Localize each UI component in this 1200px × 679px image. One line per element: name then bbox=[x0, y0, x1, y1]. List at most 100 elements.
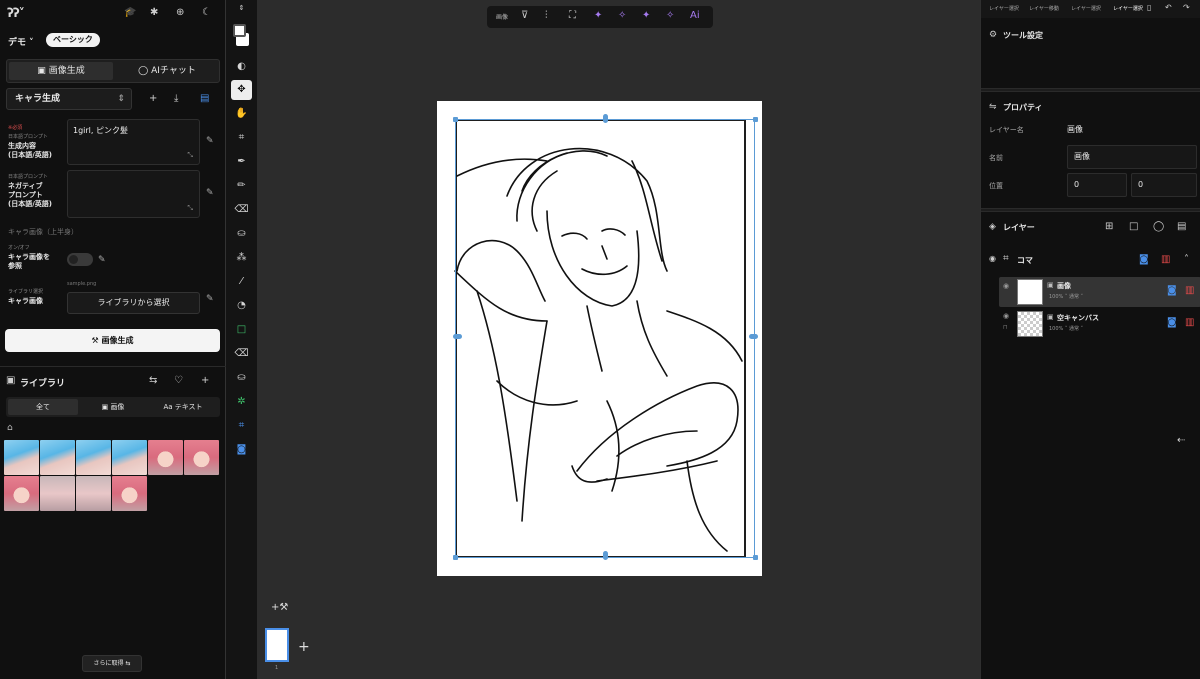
spray-icon[interactable]: ⁂ bbox=[231, 248, 252, 268]
library-thumbnail[interactable] bbox=[112, 476, 147, 511]
zoom-icon[interactable]: ⊕ bbox=[176, 8, 184, 18]
tab-layer-move[interactable]: レイヤー移動 bbox=[1029, 5, 1059, 12]
adjust-icon[interactable]: ⫶ bbox=[545, 11, 548, 21]
camera-icon[interactable]: ◙ bbox=[1167, 318, 1177, 328]
reference-toggle[interactable] bbox=[67, 253, 93, 266]
library-thumbnail[interactable] bbox=[112, 440, 147, 475]
mode-badge[interactable]: ベーシック bbox=[46, 33, 100, 47]
library-thumbnail[interactable] bbox=[76, 476, 111, 511]
edit-icon[interactable]: ✎ bbox=[206, 294, 214, 304]
tab-images[interactable]: ▣ 画像 bbox=[78, 399, 148, 415]
edit-icon[interactable]: ✎ bbox=[206, 188, 214, 198]
resize-handle[interactable] bbox=[453, 334, 462, 339]
tool-handle-icon[interactable]: ⇕ bbox=[231, 2, 252, 14]
download-icon[interactable]: ⤓ bbox=[174, 94, 178, 104]
side-handle-icon[interactable]: ⇠ bbox=[1177, 436, 1185, 446]
eraser-icon[interactable]: ⌫ bbox=[231, 200, 252, 220]
bug-icon[interactable]: ✱ bbox=[150, 8, 158, 18]
layer-meta[interactable]: 100% ˅ 通常 ˅ bbox=[1049, 293, 1083, 300]
fill-icon[interactable]: ⛀ bbox=[231, 224, 252, 244]
magic-wand-icon[interactable]: ✲ bbox=[231, 392, 252, 412]
select-from-library-button[interactable]: ライブラリから選択 bbox=[67, 292, 200, 314]
color-swatch[interactable] bbox=[233, 24, 250, 50]
select-rect-icon[interactable]: □ bbox=[231, 320, 252, 340]
undo-icon[interactable]: ↶ bbox=[1165, 4, 1172, 12]
sparkle-brush-icon[interactable]: ✧ bbox=[618, 11, 626, 21]
sparkle-text-icon[interactable]: Ai bbox=[690, 11, 700, 21]
resize-handle[interactable] bbox=[753, 117, 758, 122]
layer-meta[interactable]: 100% ˅ 通常 ˅ bbox=[1049, 325, 1083, 332]
select-eraser-icon[interactable]: ⌫ bbox=[231, 344, 252, 364]
foreground-color[interactable] bbox=[233, 24, 246, 37]
resize-handle[interactable] bbox=[603, 551, 608, 560]
layer-row[interactable]: ◉ ⊓ ▣ 空キャンバス 100% ˅ 通常 ˅ ◙ ▥ bbox=[999, 309, 1200, 339]
camera-icon[interactable]: ◙ bbox=[1167, 286, 1177, 296]
plus-icon[interactable]: + bbox=[149, 94, 157, 104]
fullscreen-icon[interactable]: ⛶ bbox=[569, 11, 576, 21]
add-page-icon[interactable]: + bbox=[298, 639, 310, 655]
moon-icon[interactable]: ☾ bbox=[202, 8, 211, 18]
resize-handle[interactable] bbox=[453, 117, 458, 122]
library-thumbnail[interactable] bbox=[148, 440, 183, 475]
tab-all[interactable]: 全て bbox=[8, 399, 78, 415]
resize-handle[interactable] bbox=[749, 334, 758, 339]
library-thumbnail[interactable] bbox=[40, 476, 75, 511]
eye-icon[interactable]: ◉ bbox=[1003, 313, 1009, 320]
tab-layer-select-2[interactable]: レイヤー選択 bbox=[1071, 5, 1101, 12]
pen-icon[interactable]: ✒ bbox=[231, 152, 252, 172]
add-image-layer-icon[interactable]: ⊞ bbox=[1105, 222, 1113, 232]
canvas-area[interactable]: 画像 ⊽ ⫶ ⛶ ✦ ✧ ✦ ✧ Ai +⚒ 1 + bbox=[257, 0, 980, 679]
filter-icon[interactable]: ⇆ bbox=[149, 376, 157, 386]
position-x-input[interactable]: 0 bbox=[1067, 173, 1127, 197]
add-file-icon[interactable]: ▤ bbox=[1177, 222, 1186, 232]
tab-image-generation[interactable]: ▣ 画像生成 bbox=[9, 62, 113, 80]
redo-icon[interactable]: ↷ bbox=[1183, 4, 1190, 12]
sparkles-icon[interactable]: ✦ bbox=[642, 11, 650, 21]
position-y-input[interactable]: 0 bbox=[1131, 173, 1197, 197]
load-more-button[interactable]: さらに取得 ⇆ bbox=[82, 655, 142, 672]
prompt-textarea[interactable]: 1girl, ピンク髪 ⤡ bbox=[67, 119, 200, 165]
hand-icon[interactable]: ✋ bbox=[231, 104, 252, 124]
negative-prompt-textarea[interactable]: ⤡ bbox=[67, 170, 200, 218]
edit-icon[interactable]: ✎ bbox=[98, 255, 106, 265]
trash-icon[interactable]: ▥ bbox=[1185, 318, 1194, 328]
generate-image-button[interactable]: ⚒ 画像生成 bbox=[5, 329, 220, 352]
eyedropper-icon[interactable]: ⁄ bbox=[231, 272, 252, 292]
name-input[interactable]: 画像 bbox=[1067, 145, 1197, 169]
plus-icon[interactable]: + bbox=[201, 376, 209, 386]
library-thumbnail[interactable] bbox=[40, 440, 75, 475]
preset-select[interactable]: キャラ生成 ⇕ bbox=[6, 88, 132, 110]
blur-icon[interactable]: ◔ bbox=[231, 296, 252, 316]
library-thumbnail[interactable] bbox=[4, 476, 39, 511]
library-thumbnail[interactable] bbox=[76, 440, 111, 475]
tab-ai-chat[interactable]: ◯ AIチャット bbox=[115, 62, 219, 80]
selection-bounding-box[interactable] bbox=[455, 119, 755, 558]
tab-layer-select[interactable]: レイヤー選択 bbox=[989, 5, 1019, 12]
resize-handle[interactable] bbox=[603, 114, 608, 123]
heart-icon[interactable]: ♡ bbox=[174, 376, 183, 386]
camera-icon[interactable]: ◙ bbox=[1139, 255, 1149, 265]
page-thumbnail[interactable] bbox=[265, 628, 289, 662]
library-thumbnail[interactable] bbox=[4, 440, 39, 475]
graduation-cap-icon[interactable]: 🎓 bbox=[124, 8, 136, 18]
add-frame-icon[interactable]: □ bbox=[1129, 222, 1138, 232]
tab-layer-select-3[interactable]: レイヤー選択 bbox=[1113, 5, 1143, 12]
sparkle-fill-icon[interactable]: ✧ bbox=[666, 11, 674, 21]
eye-icon[interactable]: ◉ bbox=[1003, 283, 1009, 290]
move-icon[interactable]: ✥ bbox=[231, 80, 252, 100]
edit-icon[interactable]: ✎ bbox=[206, 136, 214, 146]
resize-handle[interactable] bbox=[753, 555, 758, 560]
pin-icon[interactable]: ⊽ bbox=[521, 11, 528, 21]
tab-text[interactable]: Aa テキスト bbox=[148, 399, 218, 415]
crop-icon[interactable]: ⌗ bbox=[231, 128, 252, 148]
resize-handle[interactable] bbox=[453, 555, 458, 560]
transform-icon[interactable]: ⌗ bbox=[231, 416, 252, 436]
add-balloon-icon[interactable]: ◯ bbox=[1153, 222, 1164, 232]
add-page-brush-icon[interactable]: +⚒ bbox=[271, 602, 288, 613]
tag-icon[interactable]: ⌂ bbox=[7, 423, 13, 433]
layer-row[interactable]: ◉ ▣ 画像 100% ˅ 通常 ˅ ◙ ▥ bbox=[999, 277, 1200, 307]
library-thumbnail[interactable] bbox=[184, 440, 219, 475]
eye-icon[interactable]: ◉ bbox=[989, 255, 996, 263]
layer-group-row[interactable]: ◉ ⌗ コマ ◙ ▥ ˄ bbox=[981, 250, 1200, 270]
workspace-selector[interactable]: デモ ˅ bbox=[8, 35, 34, 48]
